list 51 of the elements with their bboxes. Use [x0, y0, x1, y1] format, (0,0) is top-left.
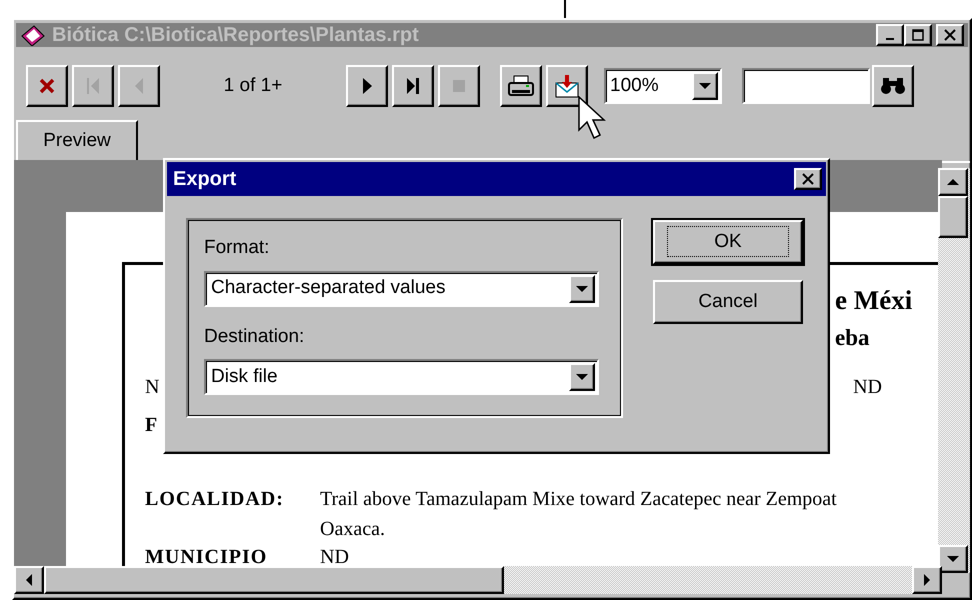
- down-arrow-icon: [947, 555, 959, 563]
- scroll-down-button[interactable]: [938, 545, 968, 573]
- mouse-cursor-icon: [578, 96, 606, 140]
- page-indicator: 1 of 1+: [222, 74, 284, 98]
- window-title: Biótica C:\Biotica\Reportes\Plantas.rpt: [52, 23, 419, 48]
- scroll-thumb[interactable]: [938, 196, 968, 238]
- scroll-left-button[interactable]: [14, 566, 44, 594]
- dialog-title: Export: [173, 167, 236, 192]
- preview-tab[interactable]: Preview: [16, 120, 138, 163]
- cancel-button[interactable]: Cancel: [653, 280, 803, 324]
- close-button[interactable]: [936, 24, 964, 46]
- maximize-button[interactable]: [904, 24, 932, 46]
- field-label: Destination:: [204, 324, 306, 348]
- scroll-right-button[interactable]: [912, 566, 942, 594]
- field-value: Oaxaca.: [320, 517, 386, 541]
- minimize-button[interactable]: [876, 24, 904, 46]
- right-arrow-icon: [923, 574, 931, 586]
- up-arrow-icon: [947, 178, 959, 186]
- print-button[interactable]: [500, 65, 542, 107]
- export-button[interactable]: [546, 65, 588, 107]
- report-subtitle: eba: [835, 325, 870, 351]
- vertical-scrollbar[interactable]: [938, 168, 970, 573]
- destination-dropdown[interactable]: Disk file: [204, 359, 599, 395]
- binoculars-icon: [880, 76, 906, 96]
- next-button[interactable]: [346, 65, 388, 107]
- field-value: ND: [320, 545, 349, 569]
- last-button[interactable]: [392, 65, 434, 107]
- field-label: N: [145, 375, 160, 399]
- report-title: e Méxi: [835, 285, 912, 315]
- find-button[interactable]: [872, 65, 914, 107]
- search-field[interactable]: [742, 68, 870, 104]
- cancel-button[interactable]: [26, 65, 68, 107]
- field-label: Format:: [204, 236, 270, 260]
- close-icon: [802, 173, 814, 185]
- field-value: ND: [853, 375, 882, 399]
- minimize-icon: [886, 38, 894, 40]
- app-icon: [20, 24, 46, 46]
- left-arrow-icon: [25, 574, 33, 586]
- field-label: LOCALIDAD:: [145, 487, 285, 511]
- field-label: MUNICIPIO: [145, 545, 268, 569]
- close-icon: [944, 29, 956, 41]
- scroll-up-button[interactable]: [938, 168, 968, 196]
- scroll-thumb[interactable]: [44, 566, 504, 594]
- field-label: F: [145, 413, 158, 437]
- field-value: Trail above Tamazulapam Mixe toward Zacatepec near Zempoat: [320, 487, 837, 511]
- horizontal-scrollbar[interactable]: [14, 566, 942, 594]
- maximize-icon: [912, 29, 924, 41]
- zoom-dropdown[interactable]: 100%: [604, 68, 722, 104]
- ok-button[interactable]: OK: [653, 220, 803, 264]
- format-dropdown[interactable]: Character-separated values: [204, 270, 599, 306]
- close-button[interactable]: [794, 168, 822, 190]
